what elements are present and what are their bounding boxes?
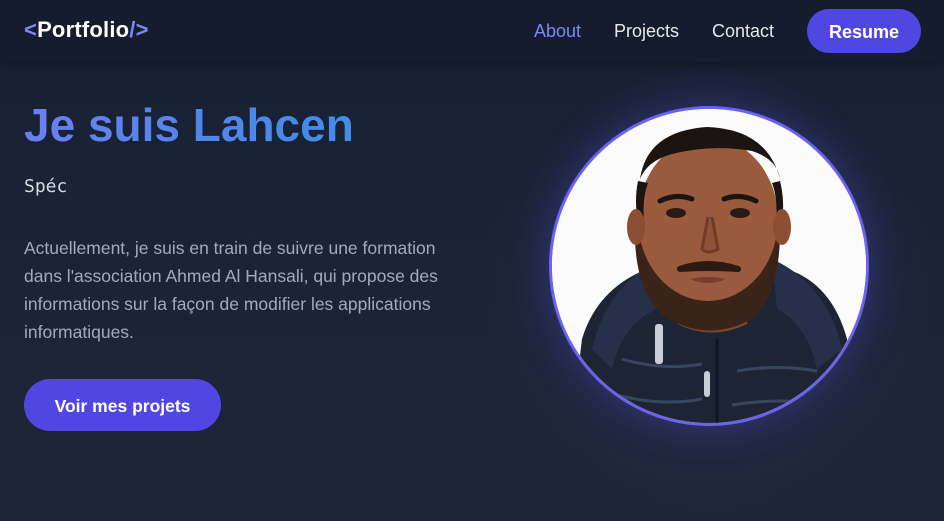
nav-link-about[interactable]: About [534,21,581,42]
profile-photo [549,106,869,426]
page: <Portfolio/> About Projects Contact Resu… [0,0,944,521]
logo-text: Portfolio [37,17,130,42]
nav-link-projects[interactable]: Projects [614,21,679,42]
view-projects-button[interactable]: Voir mes projets [24,379,221,431]
hero-subtitle: Spéc [24,176,68,197]
hero-description: Actuellement, je suis en train de suivre… [24,238,438,342]
logo-close-bracket: /> [129,17,149,42]
nav-link-contact[interactable]: Contact [712,21,774,42]
logo[interactable]: <Portfolio/> [24,17,149,43]
resume-button[interactable]: Resume [807,9,921,53]
navbar: <Portfolio/> About Projects Contact Resu… [0,0,944,62]
hero-title: Je suis Lahcen [24,99,354,151]
profile-photo-illustration [552,109,866,423]
logo-open-bracket: < [24,17,38,42]
